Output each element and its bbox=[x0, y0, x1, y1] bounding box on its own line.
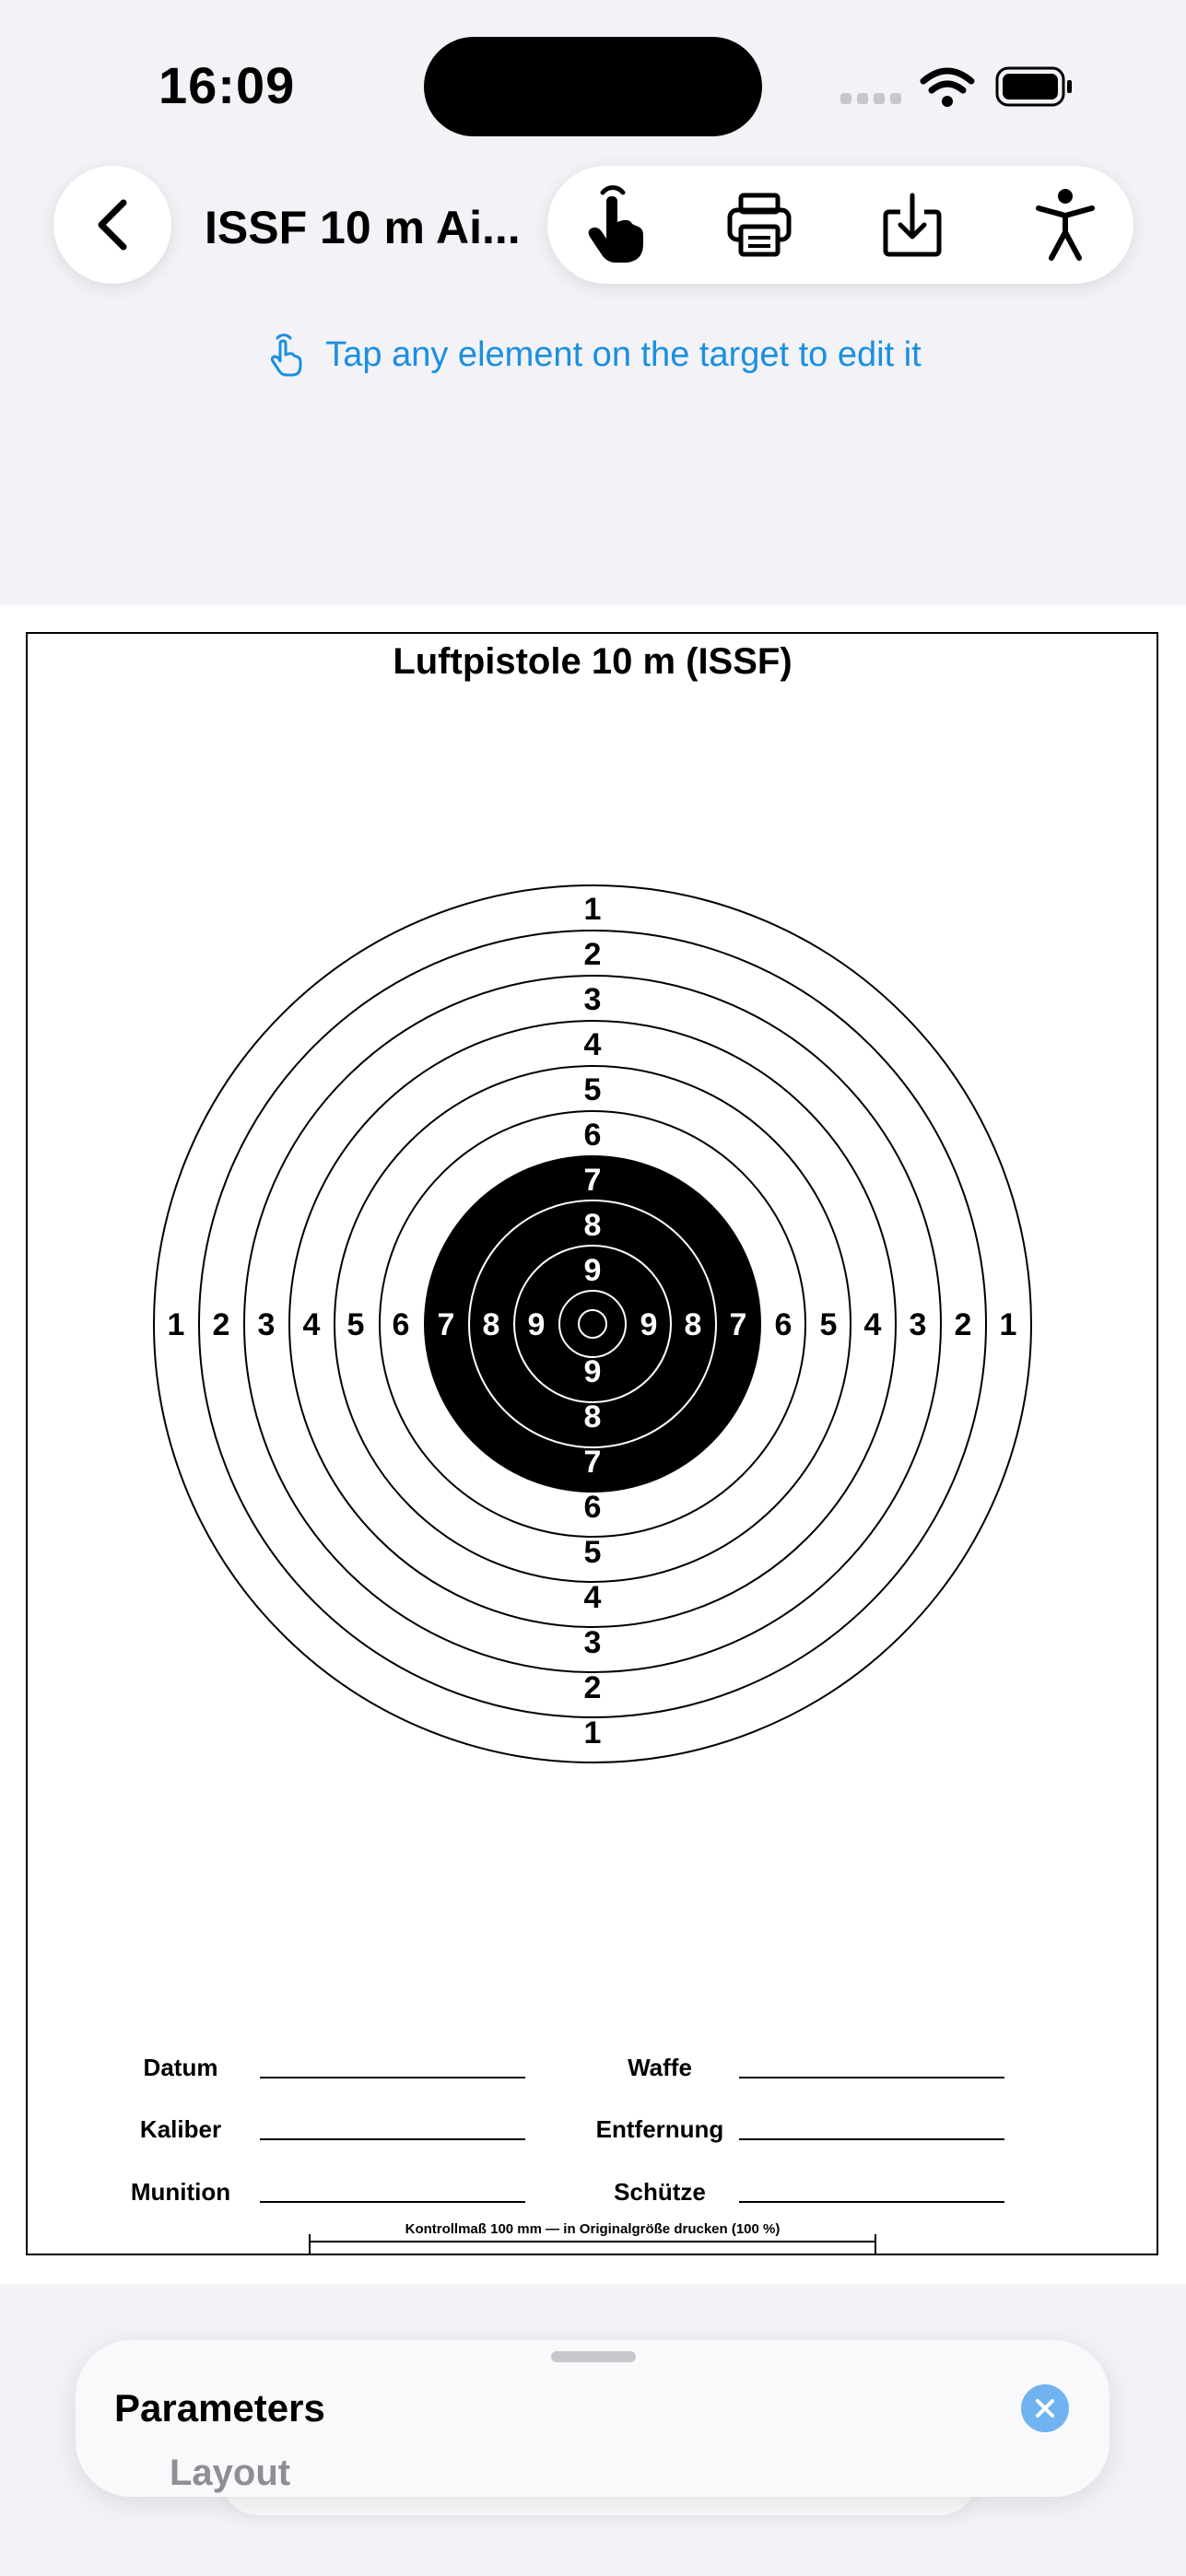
edit-hint: Tap any element on the target to edit it bbox=[0, 327, 1186, 382]
ring-number: 3 bbox=[258, 1307, 276, 1342]
ring-number: 8 bbox=[483, 1307, 500, 1342]
battery-icon bbox=[995, 66, 1072, 107]
scale-note: Kontrollmaß 100 mm — in Originalgröße dr… bbox=[405, 2221, 781, 2237]
ring-number: 4 bbox=[864, 1307, 882, 1342]
toolbar bbox=[547, 166, 1133, 284]
ring-number: 2 bbox=[213, 1307, 230, 1342]
download-button[interactable] bbox=[866, 179, 958, 271]
dynamic-island bbox=[424, 37, 762, 136]
target-drawing: Luftpistole 10 m (ISSF) 1 2 3 4 5 6 7 8 … bbox=[26, 632, 1158, 2255]
accessibility-icon bbox=[1036, 189, 1095, 261]
ring-number: 7 bbox=[584, 1163, 602, 1198]
parameters-title: Parameters bbox=[114, 2386, 325, 2430]
hand-tap-icon bbox=[588, 185, 643, 263]
cellular-signal-icon bbox=[840, 93, 901, 104]
ring-number: 1 bbox=[584, 1715, 602, 1751]
field-label-entfernung: Entfernung bbox=[596, 2115, 724, 2143]
ring-number: 9 bbox=[640, 1307, 658, 1342]
target-sheet[interactable]: Luftpistole 10 m (ISSF) 1 2 3 4 5 6 7 8 … bbox=[0, 605, 1186, 2284]
ring-number: 8 bbox=[685, 1307, 702, 1342]
hand-tap-icon bbox=[271, 334, 302, 377]
target-black-area bbox=[424, 1155, 761, 1493]
close-button[interactable] bbox=[1021, 2384, 1069, 2432]
chevron-left-icon bbox=[98, 199, 127, 251]
field-label-munition: Munition bbox=[131, 2178, 230, 2206]
ring-number: 4 bbox=[584, 1027, 602, 1062]
download-icon bbox=[883, 193, 942, 257]
back-button[interactable] bbox=[53, 166, 171, 284]
ring-number: 7 bbox=[438, 1307, 455, 1342]
hint-text: Tap any element on the target to edit it bbox=[325, 334, 922, 374]
tap-mode-button[interactable] bbox=[566, 179, 658, 271]
printer-icon bbox=[727, 193, 792, 257]
parameters-panel[interactable]: Parameters Layout bbox=[76, 2340, 1110, 2497]
accessibility-button[interactable] bbox=[1019, 179, 1111, 271]
tab-layout[interactable]: Layout bbox=[170, 2453, 290, 2494]
field-label-datum: Datum bbox=[144, 2054, 218, 2081]
close-icon bbox=[1036, 2399, 1054, 2418]
page-title: ISSF 10 m Ai... bbox=[205, 202, 521, 253]
ring-number: 6 bbox=[393, 1307, 410, 1342]
ring-number: 7 bbox=[584, 1445, 602, 1480]
ring-number: 9 bbox=[528, 1307, 546, 1342]
ring-number: 1 bbox=[584, 892, 602, 927]
ring-number: 4 bbox=[584, 1580, 602, 1615]
ring-number: 3 bbox=[584, 1625, 602, 1660]
ring-number: 2 bbox=[955, 1307, 972, 1342]
sheet-grabber[interactable] bbox=[551, 2351, 636, 2362]
navigation-bar: ISSF 10 m Ai... bbox=[0, 166, 1186, 286]
ring-number: 1 bbox=[168, 1307, 185, 1342]
wifi-icon bbox=[920, 67, 975, 94]
ring-number: 7 bbox=[730, 1307, 747, 1342]
field-label-waffe: Waffe bbox=[628, 2054, 692, 2081]
field-label-kaliber: Kaliber bbox=[140, 2115, 221, 2143]
ring-number: 5 bbox=[584, 1072, 602, 1107]
ring-number: 6 bbox=[775, 1307, 793, 1342]
ring-number: 3 bbox=[584, 982, 602, 1017]
status-time: 16:09 bbox=[159, 56, 296, 114]
status-icons bbox=[840, 66, 1072, 107]
ring-number: 6 bbox=[584, 1118, 602, 1153]
ring-number: 5 bbox=[584, 1535, 602, 1570]
ring-number: 8 bbox=[584, 1399, 602, 1434]
ring-number: 4 bbox=[303, 1307, 321, 1342]
ring-number: 6 bbox=[584, 1490, 602, 1525]
status-bar: 16:09 bbox=[0, 0, 1186, 175]
target-title[interactable]: Luftpistole 10 m (ISSF) bbox=[393, 641, 792, 682]
ring-number: 1 bbox=[1000, 1307, 1017, 1342]
field-label-schuetze: Schütze bbox=[614, 2178, 706, 2206]
ring-number: 2 bbox=[584, 937, 602, 972]
ring-number: 5 bbox=[347, 1307, 365, 1342]
print-button[interactable] bbox=[713, 179, 805, 271]
ring-number: 9 bbox=[584, 1253, 602, 1288]
ring-number: 8 bbox=[584, 1208, 602, 1243]
ring-number: 9 bbox=[584, 1354, 602, 1389]
ring-number: 5 bbox=[820, 1307, 838, 1342]
ring-number: 3 bbox=[910, 1307, 927, 1342]
ring-number: 2 bbox=[584, 1670, 602, 1705]
